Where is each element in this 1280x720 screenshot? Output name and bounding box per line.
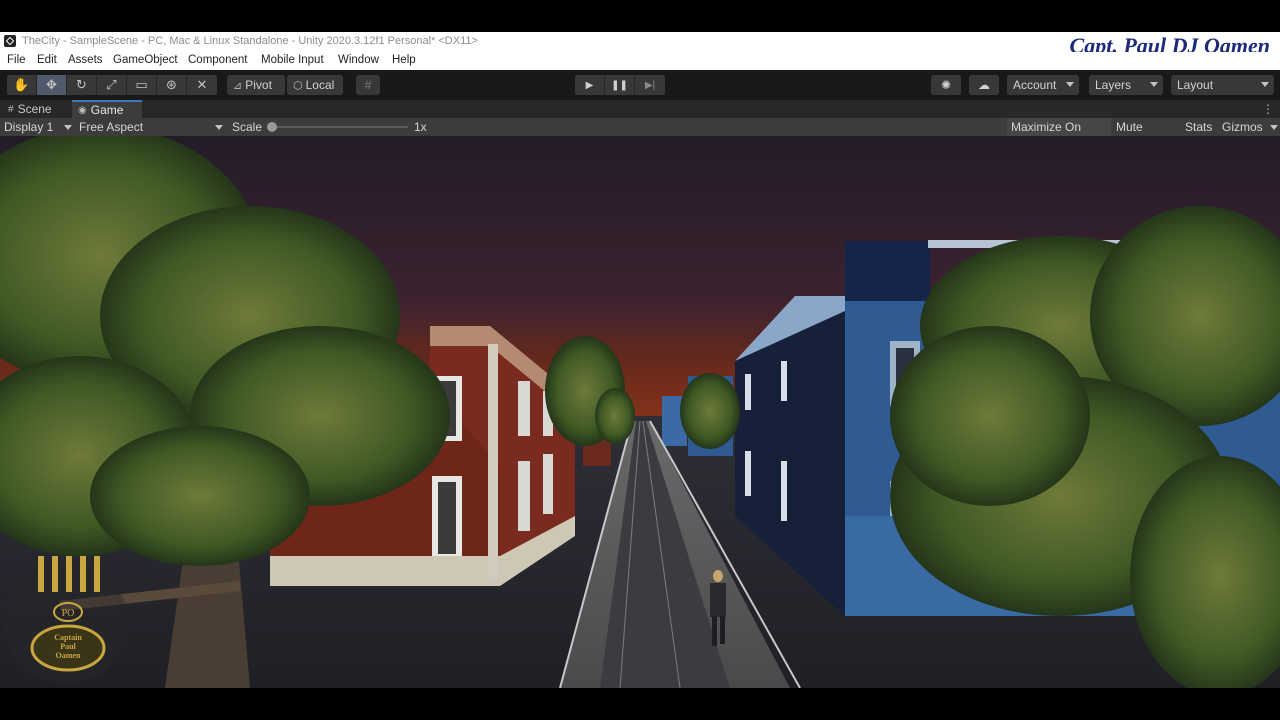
grid-snap-icon: # — [364, 78, 372, 92]
unity-logo-icon — [4, 35, 16, 47]
custom-tool-icon[interactable]: ✕ — [187, 75, 217, 95]
cloud-button[interactable]: ☁ — [969, 75, 999, 95]
rotate-tool-icon[interactable]: ↻ — [67, 75, 97, 95]
chevron-down-icon — [1150, 82, 1158, 87]
chevron-down-icon — [1066, 82, 1074, 87]
game-viewport[interactable] — [0, 136, 1280, 688]
tab-game-label: Game — [90, 103, 124, 117]
pivot-toggle[interactable]: ⊿ Pivot — [227, 75, 285, 95]
grid-icon: # — [8, 103, 14, 115]
chevron-down-icon — [215, 125, 223, 130]
scale-value: 1x — [414, 120, 427, 134]
playback-controls: ▶ ❚❚ ▶| — [575, 75, 665, 95]
tab-scene-label: Scene — [17, 102, 52, 116]
local-label: Local — [305, 78, 335, 92]
grid-snap-button[interactable]: # — [356, 75, 380, 95]
layout-dropdown[interactable]: Layout — [1171, 75, 1274, 95]
game-view-toolbar: Display 1 Free Aspect Scale 1x Maximize … — [0, 118, 1280, 148]
logo-line-3: Oamen — [56, 651, 81, 660]
scale-label: Scale — [232, 120, 263, 134]
logo-line-1: Captain — [54, 633, 82, 642]
tab-game[interactable]: ◉ Game — [72, 100, 142, 118]
logo-initials: PO — [62, 608, 75, 619]
layout-label: Layout — [1177, 78, 1214, 92]
cloud-icon: ☁ — [978, 78, 990, 92]
city-scene-render — [0, 136, 1280, 688]
tab-scene[interactable]: # Scene — [2, 100, 70, 118]
menu-mobile-input[interactable]: Mobile Input — [261, 54, 324, 66]
pivot-label: Pivot — [245, 78, 272, 92]
layers-label: Layers — [1095, 78, 1132, 92]
logo-line-2: Paul — [60, 642, 76, 651]
window-title: TheCity - SampleScene - PC, Mac & Linux … — [22, 35, 478, 47]
stats-label: Stats — [1185, 120, 1213, 134]
chevron-down-icon — [64, 125, 72, 130]
transform-tools: ✋ ✥ ↻ ⤢ ▭ ⊛ ✕ — [7, 75, 217, 95]
stats-toggle[interactable]: Stats — [1181, 118, 1217, 136]
more-options-icon[interactable]: ⋮ — [1262, 102, 1274, 116]
maximize-on-play-toggle[interactable]: Maximize On Play — [1007, 118, 1111, 148]
mute-audio-toggle[interactable]: Mute Audio — [1112, 118, 1180, 148]
video-letterbox-top — [0, 0, 1280, 32]
scale-tool-icon[interactable]: ⤢ — [97, 75, 127, 95]
menu-file[interactable]: File — [7, 54, 26, 66]
rect-tool-icon[interactable]: ▭ — [127, 75, 157, 95]
aspect-select[interactable]: Free Aspect — [75, 118, 225, 136]
hand-tool-icon[interactable]: ✋ — [7, 75, 37, 95]
chevron-down-icon — [1261, 82, 1269, 87]
menu-bar: File Edit Assets GameObject Component Mo… — [0, 52, 1280, 70]
gizmos-label: Gizmos — [1222, 120, 1263, 134]
chevron-down-icon — [1270, 125, 1278, 130]
menu-component[interactable]: Component — [188, 54, 247, 66]
tree-street-right — [680, 373, 740, 449]
cube-icon: ⬡ — [293, 79, 303, 92]
step-button[interactable]: ▶| — [635, 75, 665, 95]
layers-dropdown[interactable]: Layers — [1089, 75, 1163, 95]
main-toolbar: ✋ ✥ ↻ ⤢ ▭ ⊛ ✕ ⊿ Pivot ⬡ Local # ▶ ❚❚ ▶| … — [0, 70, 1280, 100]
view-tab-bar: # Scene ◉ Game ⋮ — [0, 100, 1280, 118]
scale-slider-track[interactable] — [268, 126, 408, 128]
gamepad-icon: ◉ — [78, 104, 87, 116]
move-tool-icon[interactable]: ✥ — [37, 75, 67, 95]
scale-slider-handle[interactable] — [267, 122, 277, 132]
transform-tool-icon[interactable]: ⊛ — [157, 75, 187, 95]
menu-assets[interactable]: Assets — [68, 54, 103, 66]
menu-gameobject[interactable]: GameObject — [113, 54, 178, 66]
pivot-icon: ⊿ — [233, 79, 243, 92]
account-dropdown[interactable]: Account — [1007, 75, 1079, 95]
local-toggle[interactable]: ⬡ Local — [287, 75, 343, 95]
play-button[interactable]: ▶ — [575, 75, 605, 95]
display-select[interactable]: Display 1 — [0, 118, 74, 136]
gizmos-dropdown[interactable]: Gizmos — [1218, 118, 1280, 136]
menu-edit[interactable]: Edit — [37, 54, 57, 66]
menu-window[interactable]: Window — [338, 54, 379, 66]
menu-help[interactable]: Help — [392, 54, 416, 66]
aspect-label: Free Aspect — [79, 120, 144, 134]
account-label: Account — [1013, 78, 1057, 92]
display-label: Display 1 — [4, 120, 54, 134]
video-letterbox-bottom — [0, 688, 1280, 720]
captain-paul-oamen-logo: PO Captain Paul Oamen — [4, 556, 128, 684]
pause-button[interactable]: ❚❚ — [605, 75, 635, 95]
services-button[interactable]: ✺ — [931, 75, 961, 95]
sun-icon: ✺ — [940, 78, 952, 92]
